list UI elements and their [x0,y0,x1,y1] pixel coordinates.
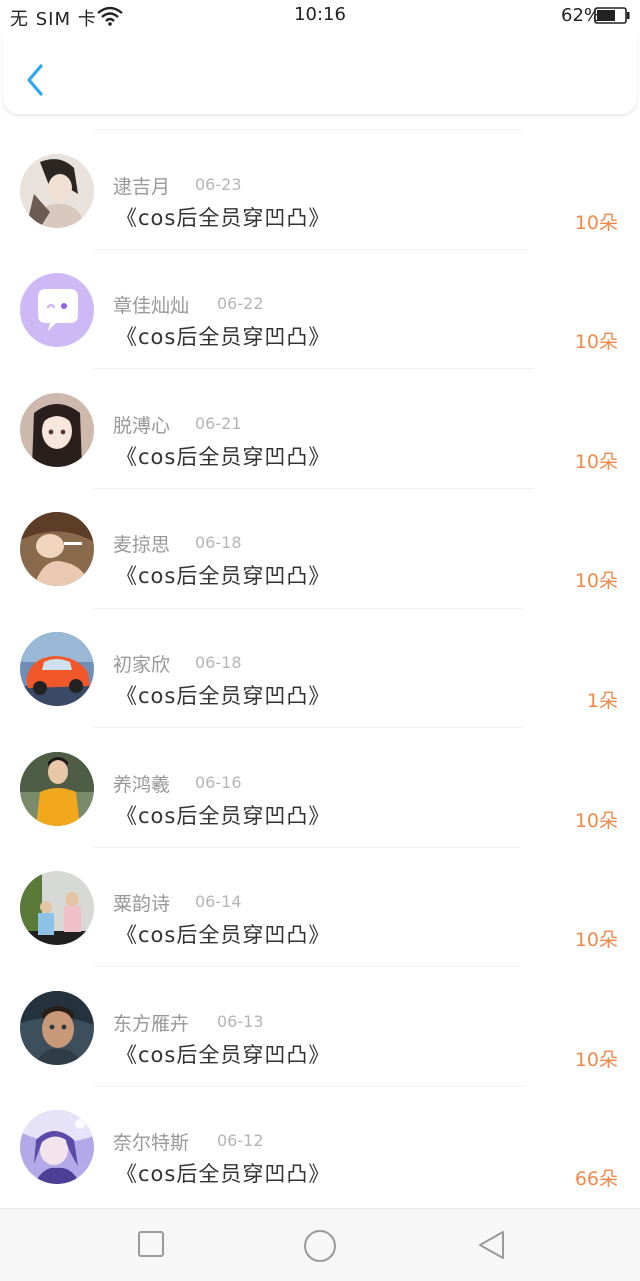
reward-amount: 10朵 [574,1049,618,1071]
reward-amount: 10朵 [574,331,618,353]
reward-amount: 66朵 [574,1168,618,1190]
avatar-image [20,154,94,228]
top-nav-bar [3,32,637,114]
chevron-left-icon [27,64,43,96]
reward-date: 06-18 [195,653,242,672]
reward-amount: 10朵 [574,451,618,473]
avatar-image [20,393,94,467]
reward-amount: 1朵 [586,690,618,712]
reward-date: 06-18 [195,533,242,552]
list-item[interactable]: 养鸿羲 06-16 《cos后全员穿凹凸》 10朵 [0,728,640,847]
reward-amount: 10朵 [574,810,618,832]
avatar-image [20,991,94,1065]
reward-date: 06-22 [217,294,264,313]
work-title: 《cos后全员穿凹凸》 [116,1162,331,1186]
user-name: 脱溥心 [113,415,171,437]
reward-date: 06-12 [217,1131,264,1150]
back-button[interactable] [19,60,55,102]
avatar [20,871,94,945]
work-title: 《cos后全员穿凹凸》 [116,804,331,828]
list-item[interactable]: 麦掠思 06-18 《cos后全员穿凹凸》 10朵 [0,488,640,607]
work-title: 《cos后全员穿凹凸》 [116,325,331,349]
user-name: 麦掠思 [113,534,171,556]
reward-date: 06-23 [195,175,242,194]
reward-date: 06-21 [195,414,242,433]
work-title: 《cos后全员穿凹凸》 [116,206,331,230]
avatar [20,393,94,467]
square-icon[interactable] [136,1229,166,1259]
avatar [20,154,94,228]
user-name: 养鸿羲 [113,774,171,796]
user-name: 奈尔特斯 [113,1132,190,1154]
reward-amount: 10朵 [574,212,618,234]
list-item[interactable]: 章佳灿灿 06-22 《cos后全员穿凹凸》 10朵 [0,249,640,368]
avatar [20,273,94,347]
avatar [20,752,94,826]
avatar-image [20,512,94,586]
user-name: 逮吉月 [113,176,171,198]
list-item[interactable]: 脱溥心 06-21 《cos后全员穿凹凸》 10朵 [0,369,640,488]
list-item[interactable]: 粟韵诗 06-14 《cos后全员穿凹凸》 10朵 [0,847,640,966]
user-name: 章佳灿灿 [113,295,190,317]
list-item[interactable]: 奈尔特斯 06-12 《cos后全员穿凹凸》 66朵 [0,1086,640,1205]
list-item[interactable]: 初家欣 06-18 《cos后全员穿凹凸》 1朵 [0,608,640,727]
battery-icon [594,7,630,24]
circle-icon[interactable] [302,1229,338,1263]
reward-amount: 10朵 [574,570,618,592]
avatar-image [20,1110,94,1184]
avatar [20,1110,94,1184]
user-name: 东方雁卉 [113,1013,190,1035]
list-item[interactable]: 东方雁卉 06-13 《cos后全员穿凹凸》 10朵 [0,967,640,1086]
avatar-image [20,632,94,706]
work-title: 《cos后全员穿凹凸》 [116,564,331,588]
avatar [20,991,94,1065]
system-nav-bar [0,1208,640,1281]
avatar [20,512,94,586]
work-title: 《cos后全员穿凹凸》 [116,1043,331,1067]
triangle-back-icon[interactable] [476,1229,508,1261]
avatar-image [20,871,94,945]
user-name: 粟韵诗 [113,893,171,915]
status-time: 10:16 [294,4,346,25]
work-title: 《cos后全员穿凹凸》 [116,684,331,708]
reward-date: 06-14 [195,892,242,911]
reward-amount: 10朵 [574,929,618,951]
list-item[interactable]: 逮吉月 06-23 《cos后全员穿凹凸》 10朵 [0,130,640,249]
default-avatar-icon [20,273,94,347]
reward-date: 06-13 [217,1012,264,1031]
work-title: 《cos后全员穿凹凸》 [116,445,331,469]
avatar [20,632,94,706]
reward-date: 06-16 [195,773,242,792]
user-name: 初家欣 [113,654,171,676]
work-title: 《cos后全员穿凹凸》 [116,923,331,947]
status-bar: 无 SIM 卡 10:16 62% [0,0,640,32]
avatar-image [20,752,94,826]
